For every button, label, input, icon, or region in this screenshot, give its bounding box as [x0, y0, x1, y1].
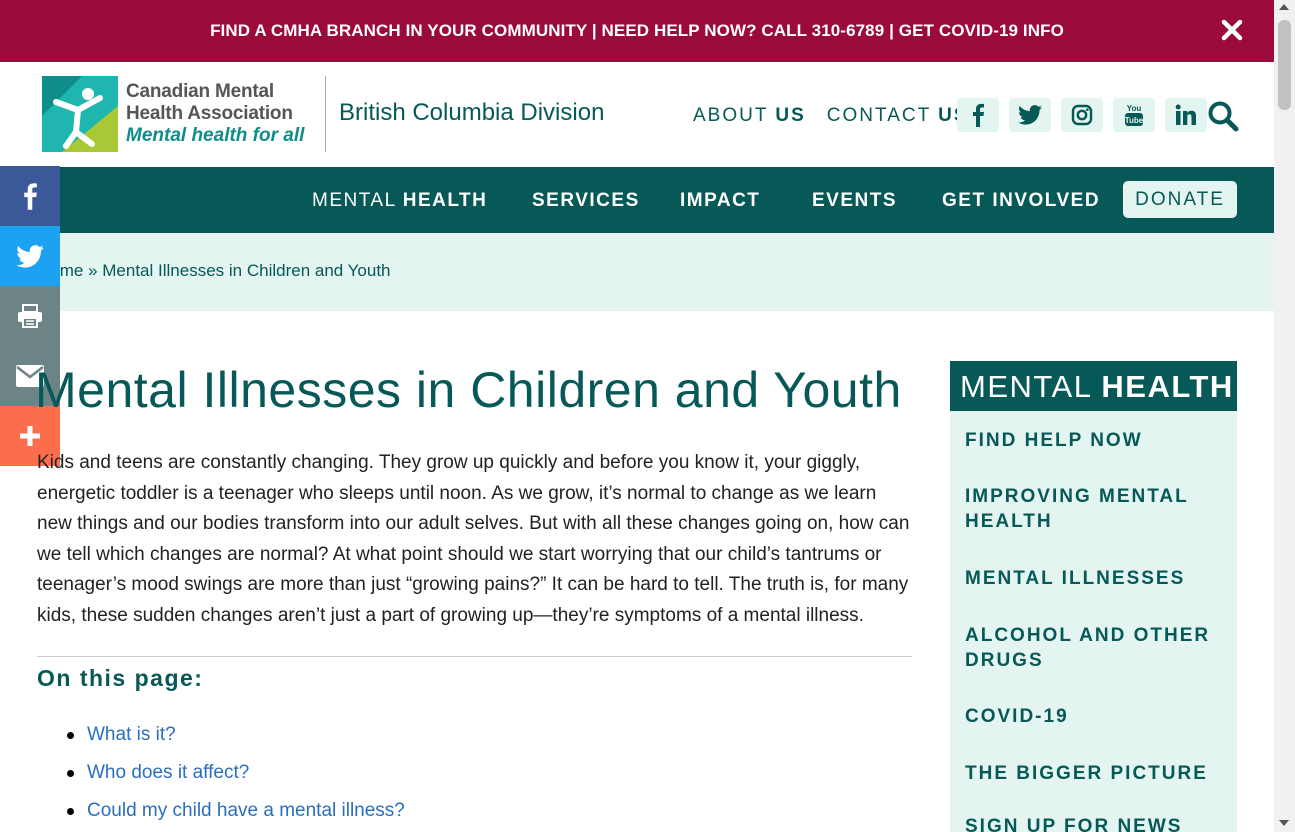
facebook-icon — [973, 103, 984, 127]
cmha-logo-icon — [42, 76, 118, 152]
sidebar-item-alcohol-and-other-drugs[interactable]: ALCOHOL AND OTHER DRUGS — [965, 623, 1225, 673]
logo-line1: Canadian Mental — [126, 81, 274, 102]
top-alert-bar: FIND A CMHA BRANCH IN YOUR COMMUNITY | N… — [0, 0, 1274, 62]
contact-us-label-a: CONTACT — [826, 105, 939, 126]
nav-get-involved-a: GET — [942, 190, 993, 211]
search-icon[interactable] — [1207, 100, 1239, 132]
breadcrumb-current: Mental Illnesses in Children and Youth — [102, 261, 391, 280]
sidebar-item-the-bigger-picture[interactable]: THE BIGGER PICTURE — [965, 761, 1225, 786]
nav-get-involved-b: INVOLVED — [992, 190, 1101, 211]
sidebar-heading-b: HEALTH — [1101, 369, 1234, 404]
print-icon — [18, 304, 42, 328]
toc-item: What is it? — [37, 716, 912, 754]
linkedin-button[interactable] — [1165, 98, 1207, 132]
social-links: You Tube — [957, 98, 1207, 132]
sidebar-item-improving-mental-health[interactable]: IMPROVING MENTAL HEALTH — [965, 484, 1225, 534]
nav-mental-health-a: MENTAL — [312, 190, 403, 211]
nav-impact[interactable]: IMPACT — [680, 190, 760, 212]
sidebar-heading[interactable]: MENTAL HEALTH — [950, 361, 1237, 411]
toc-item: Could my child have a mental illness? — [37, 792, 912, 830]
on-this-page-heading: On this page: — [37, 665, 204, 691]
share-facebook-button[interactable] — [0, 166, 60, 226]
toc-item: Who does it affect? — [37, 754, 912, 792]
nav-events[interactable]: EVENTS — [812, 190, 897, 212]
cmha-logo[interactable]: Canadian Mental Health Association Menta… — [42, 76, 304, 152]
intro-paragraph: Kids and teens are constantly changing. … — [37, 452, 910, 626]
toc-link-who-does-it-affect[interactable]: Who does it affect? — [87, 762, 249, 783]
utility-nav: ABOUT US CONTACT US — [693, 105, 969, 127]
scroll-thumb[interactable] — [1278, 20, 1291, 110]
youtube-button[interactable]: You Tube — [1113, 98, 1155, 132]
contact-us-link[interactable]: CONTACT US — [827, 105, 969, 127]
sidebar-heading-a: MENTAL — [960, 369, 1102, 404]
scroll-up-arrow-icon[interactable] — [1279, 4, 1289, 10]
nav-mental-health-b: HEALTH — [402, 190, 488, 211]
about-us-label-a: ABOUT — [693, 105, 776, 126]
main-content: Mental Illnesses in Children and Youth K… — [35, 360, 912, 830]
nav-services[interactable]: SERVICES — [532, 190, 640, 212]
twitter-icon — [1018, 105, 1042, 125]
instagram-icon — [1071, 104, 1093, 126]
sidebar-item-find-help-now[interactable]: FIND HELP NOW — [965, 428, 1225, 453]
breadcrumb: Home » Mental Illnesses in Children and … — [0, 233, 1274, 311]
divider — [37, 656, 912, 657]
page-title: Mental Illnesses in Children and Youth — [35, 362, 902, 418]
about-us-link[interactable]: ABOUT US — [693, 105, 806, 127]
share-print-button[interactable] — [0, 286, 60, 346]
svg-text:You: You — [1127, 104, 1142, 113]
toc-link-could-my-child[interactable]: Could my child have a mental illness? — [87, 800, 405, 821]
facebook-icon — [24, 183, 37, 210]
share-twitter-button[interactable] — [0, 226, 60, 286]
sidebar-item-sign-up-for-news[interactable]: SIGN UP FOR NEWS — [965, 814, 1225, 832]
scroll-down-arrow-icon[interactable] — [1279, 820, 1289, 826]
logo-text: Canadian Mental Health Association Menta… — [126, 81, 304, 147]
nav-mental-health[interactable]: MENTAL HEALTH — [312, 190, 487, 212]
sidebar-item-covid-19[interactable]: COVID-19 — [965, 704, 1225, 729]
twitter-icon — [16, 244, 44, 268]
table-of-contents: What is it? Who does it affect? Could my… — [37, 716, 912, 830]
breadcrumb-separator: » — [83, 261, 103, 280]
main-nav: MENTAL HEALTH SERVICES IMPACT EVENTS GET… — [0, 167, 1274, 233]
division-name: British Columbia Division — [339, 99, 605, 126]
scrollbar[interactable] — [1274, 0, 1295, 832]
twitter-button[interactable] — [1009, 98, 1051, 132]
logo-tagline: Mental health for all — [126, 125, 305, 146]
close-icon[interactable] — [1220, 18, 1244, 42]
svg-text:Tube: Tube — [1125, 116, 1144, 125]
logo-divider — [325, 76, 326, 152]
site-header: Canadian Mental Health Association Menta… — [0, 62, 1274, 167]
youtube-icon: You Tube — [1125, 104, 1144, 126]
nav-get-involved[interactable]: GET INVOLVED — [942, 190, 1100, 212]
donate-button[interactable]: DONATE — [1123, 181, 1237, 218]
sidebar-item-mental-illnesses[interactable]: MENTAL ILLNESSES — [965, 566, 1225, 591]
toc-link-what-is-it[interactable]: What is it? — [87, 724, 176, 745]
instagram-button[interactable] — [1061, 98, 1103, 132]
logo-line2: Health Association — [126, 103, 293, 124]
sidebar-nav: MENTAL HEALTH FIND HELP NOW IMPROVING ME… — [950, 361, 1237, 832]
linkedin-icon — [1175, 104, 1196, 125]
facebook-button[interactable] — [957, 98, 999, 132]
alert-text[interactable]: FIND A CMHA BRANCH IN YOUR COMMUNITY | N… — [210, 21, 1064, 41]
about-us-label-b: US — [775, 105, 806, 126]
